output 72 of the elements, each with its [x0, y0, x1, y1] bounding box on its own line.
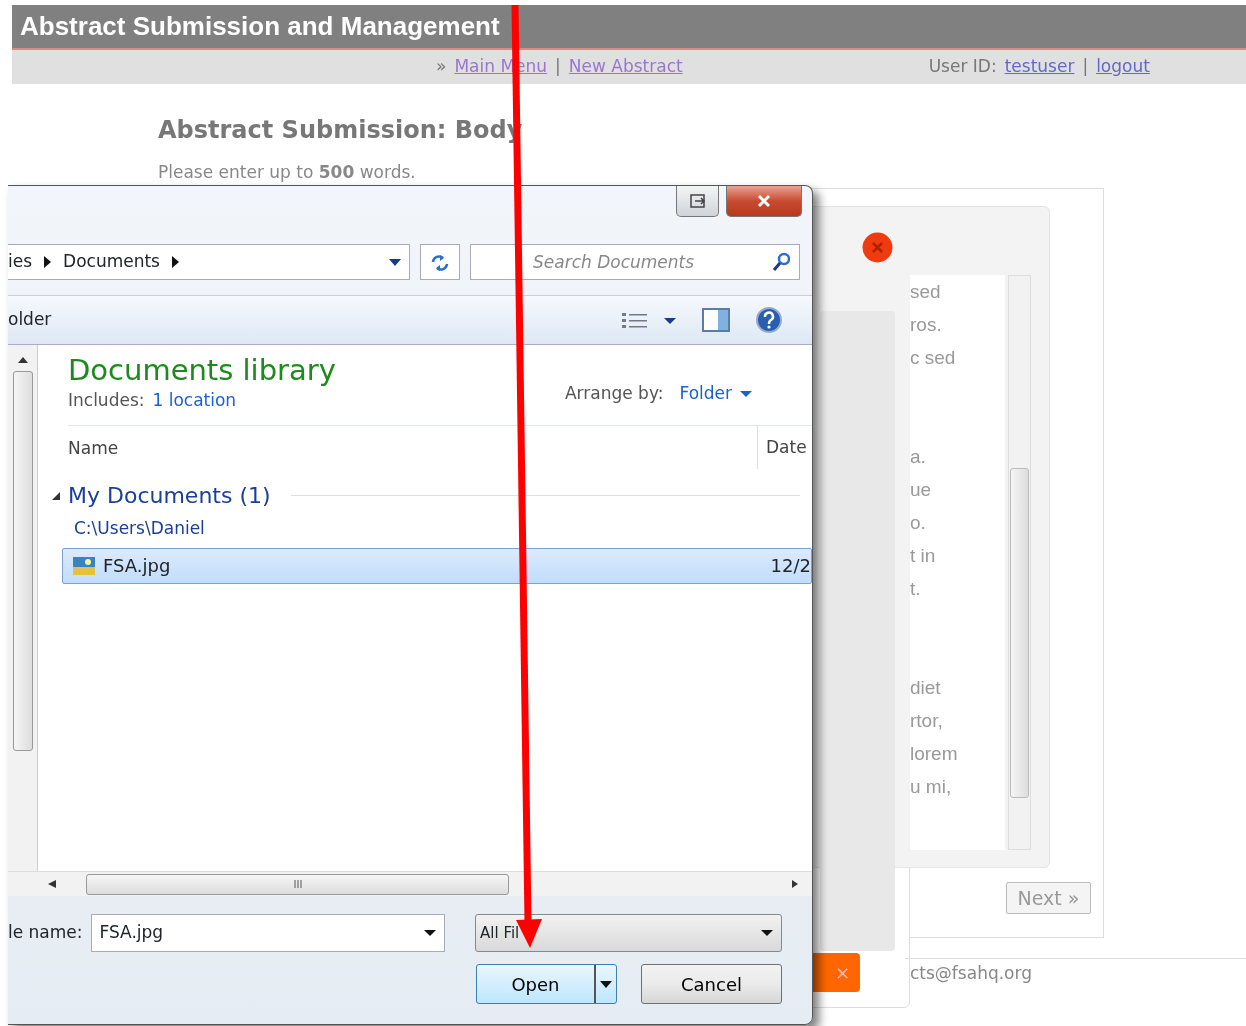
search-field[interactable]: Search Documents — [470, 244, 800, 280]
includes-label: Includes: — [68, 388, 145, 412]
username-link[interactable]: testuser — [1004, 54, 1075, 80]
text-line: o. — [910, 511, 927, 535]
breadcrumb-item[interactable]: ies — [8, 249, 33, 275]
restore-button[interactable] — [676, 186, 719, 217]
close-icon[interactable] — [862, 232, 893, 263]
nav-prefix: » — [436, 55, 447, 79]
view-options-icon — [622, 311, 676, 329]
text-line: ros. — [910, 313, 943, 337]
column-header[interactable]: Name — [68, 426, 758, 470]
scroll-thumb[interactable] — [12, 371, 33, 751]
text-line: sed — [910, 280, 942, 304]
toolbar-label[interactable]: older — [8, 307, 596, 333]
column-header[interactable]: Date — [758, 435, 807, 461]
horizontal-scrollbar[interactable] — [8, 871, 812, 896]
arrange-label: Arrange by: — [564, 382, 664, 406]
dropdown-icon — [761, 930, 773, 936]
instruction-text: Please enter up to 500 words. — [158, 161, 417, 184]
file-date: 12/2 — [770, 554, 811, 579]
scroll-up-icon — [17, 357, 28, 363]
help-icon — [756, 307, 782, 333]
scroll-thumb[interactable] — [1010, 468, 1029, 798]
search-icon — [772, 252, 790, 271]
text-line: a. — [910, 445, 927, 469]
file-name-label: le name: — [8, 921, 83, 945]
address-bar[interactable]: ies Documents — [8, 244, 410, 280]
close-icon — [757, 194, 771, 208]
file-type-dropdown[interactable]: All Fil — [475, 914, 782, 952]
library-title: Documents library — [68, 353, 336, 388]
close-button[interactable] — [726, 186, 802, 217]
user-id-label: User ID: — [928, 55, 997, 79]
window-icon — [689, 194, 706, 208]
refresh-button[interactable] — [420, 244, 460, 280]
text-line: diet — [910, 676, 942, 700]
text-line: t in — [910, 544, 937, 568]
scrollbar[interactable] — [8, 345, 38, 871]
arrange-dropdown[interactable]: Folder — [679, 381, 752, 407]
nav-separator: | — [1082, 55, 1089, 79]
file-name: FSA.jpg — [103, 554, 172, 579]
text-line: c sed — [910, 346, 957, 370]
chevron-right-icon — [172, 256, 179, 268]
text-line: ue — [910, 478, 933, 502]
cancel-button[interactable]: Cancel — [641, 964, 782, 1004]
preview-pane-icon — [702, 308, 730, 332]
group-path: C:\Users\Daniel — [74, 517, 206, 541]
file-name-field[interactable]: FSA.jpg — [90, 914, 446, 952]
logout-link[interactable]: logout — [1096, 54, 1150, 80]
locations-link[interactable]: 1 location — [152, 387, 237, 414]
footer-email: cts@fsahq.org — [910, 962, 1032, 985]
scroll-left-icon — [48, 880, 56, 888]
nav-separator: | — [555, 55, 561, 79]
breadcrumb-item[interactable]: Documents — [63, 249, 160, 275]
text-line: u mi, — [910, 775, 953, 799]
dropdown-icon — [389, 258, 401, 266]
open-button[interactable]: Open — [476, 964, 617, 1004]
dropdown-icon — [740, 391, 752, 398]
file-row[interactable]: FSA.jpg 12/2 — [62, 547, 812, 584]
expand-icon[interactable] — [52, 491, 60, 500]
scroll-right-icon — [792, 880, 798, 888]
grip-icon — [293, 879, 302, 888]
text-line: lorem — [910, 742, 959, 766]
scroll-thumb[interactable] — [86, 873, 509, 895]
text-line: rtor, — [910, 709, 944, 733]
page-title: Abstract Submission and Management — [20, 11, 500, 42]
group-title[interactable]: My Documents (1) — [68, 479, 271, 513]
text-line: t. — [910, 577, 922, 601]
dropdown-icon — [600, 980, 612, 988]
chevron-right-icon — [44, 256, 52, 268]
scrollbar[interactable] — [1008, 275, 1031, 850]
image-file-icon — [73, 556, 95, 575]
dropdown-icon — [424, 930, 437, 936]
